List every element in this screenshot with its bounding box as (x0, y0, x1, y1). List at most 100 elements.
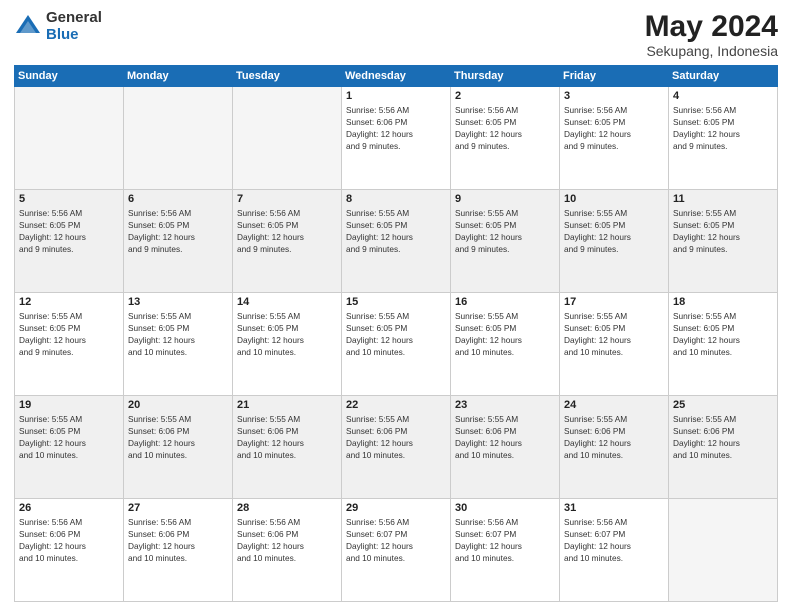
day-number: 19 (19, 399, 119, 411)
day-number: 17 (564, 296, 664, 308)
day-number: 31 (564, 502, 664, 514)
day-info: Sunrise: 5:55 AM Sunset: 6:05 PM Dayligh… (237, 310, 337, 358)
day-info: Sunrise: 5:55 AM Sunset: 6:05 PM Dayligh… (19, 413, 119, 461)
calendar-header-row: SundayMondayTuesdayWednesdayThursdayFrid… (15, 66, 778, 87)
calendar-day-cell: 20 Sunrise: 5:55 AM Sunset: 6:06 PM Dayli… (124, 396, 233, 499)
day-number: 20 (128, 399, 228, 411)
calendar-day-cell: 13 Sunrise: 5:55 AM Sunset: 6:05 PM Dayli… (124, 293, 233, 396)
page: General Blue May 2024 Sekupang, Indonesi… (0, 0, 792, 612)
day-info: Sunrise: 5:56 AM Sunset: 6:06 PM Dayligh… (346, 104, 446, 152)
calendar-day-cell: 27Sunrise: 5:56 AM Sunset: 6:06 PM Dayli… (124, 499, 233, 602)
calendar-day-cell: 18 Sunrise: 5:55 AM Sunset: 6:05 PM Dayli… (669, 293, 778, 396)
calendar-day-cell: 15 Sunrise: 5:55 AM Sunset: 6:05 PM Dayli… (342, 293, 451, 396)
calendar-day-cell: 9 Sunrise: 5:55 AM Sunset: 6:05 PM Daylig… (451, 190, 560, 293)
calendar-day-cell: 3 Sunrise: 5:56 AM Sunset: 6:05 PM Daylig… (560, 87, 669, 190)
calendar-day-cell: 5 Sunrise: 5:56 AM Sunset: 6:05 PM Daylig… (15, 190, 124, 293)
month-title: May 2024 (645, 10, 778, 43)
calendar-day-cell: 6Sunrise: 5:56 AM Sunset: 6:05 PM Daylig… (124, 190, 233, 293)
day-info: Sunrise: 5:55 AM Sunset: 6:06 PM Dayligh… (673, 413, 773, 461)
day-number: 14 (237, 296, 337, 308)
calendar-table: SundayMondayTuesdayWednesdayThursdayFrid… (14, 65, 778, 602)
day-number: 9 (455, 193, 555, 205)
weekday-header: Thursday (451, 66, 560, 87)
weekday-header: Tuesday (233, 66, 342, 87)
day-number: 11 (673, 193, 773, 205)
logo-blue-text: Blue (46, 27, 102, 44)
calendar-day-cell (15, 87, 124, 190)
logo: General Blue (14, 10, 102, 43)
calendar-week-row: 5 Sunrise: 5:56 AM Sunset: 6:05 PM Daylig… (15, 190, 778, 293)
day-info: Sunrise: 5:55 AM Sunset: 6:05 PM Dayligh… (673, 310, 773, 358)
day-number: 5 (19, 193, 119, 205)
calendar-day-cell: 23 Sunrise: 5:55 AM Sunset: 6:06 PM Dayli… (451, 396, 560, 499)
day-info: Sunrise: 5:55 AM Sunset: 6:05 PM Dayligh… (673, 207, 773, 255)
day-number: 1 (346, 90, 446, 102)
day-number: 27 (128, 502, 228, 514)
calendar-day-cell: 10 Sunrise: 5:55 AM Sunset: 6:05 PM Dayli… (560, 190, 669, 293)
day-info: Sunrise: 5:56 AM Sunset: 6:07 PM Dayligh… (346, 516, 446, 564)
calendar-day-cell: 24Sunrise: 5:55 AM Sunset: 6:06 PM Dayli… (560, 396, 669, 499)
day-number: 4 (673, 90, 773, 102)
day-info: Sunrise: 5:55 AM Sunset: 6:05 PM Dayligh… (564, 207, 664, 255)
calendar-day-cell: 16Sunrise: 5:55 AM Sunset: 6:05 PM Dayli… (451, 293, 560, 396)
weekday-header: Monday (124, 66, 233, 87)
calendar-day-cell (669, 499, 778, 602)
subtitle: Sekupang, Indonesia (645, 43, 778, 59)
day-number: 2 (455, 90, 555, 102)
calendar-day-cell: 19 Sunrise: 5:55 AM Sunset: 6:05 PM Dayli… (15, 396, 124, 499)
calendar-day-cell: 12 Sunrise: 5:55 AM Sunset: 6:05 PM Dayli… (15, 293, 124, 396)
day-info: Sunrise: 5:55 AM Sunset: 6:06 PM Dayligh… (455, 413, 555, 461)
day-number: 29 (346, 502, 446, 514)
calendar-day-cell: 14 Sunrise: 5:55 AM Sunset: 6:05 PM Dayli… (233, 293, 342, 396)
day-number: 30 (455, 502, 555, 514)
day-info: Sunrise: 5:55 AM Sunset: 6:06 PM Dayligh… (237, 413, 337, 461)
calendar-day-cell: 31 Sunrise: 5:56 AM Sunset: 6:07 PM Dayli… (560, 499, 669, 602)
logo-general: General (46, 10, 102, 27)
calendar-day-cell: 30Sunrise: 5:56 AM Sunset: 6:07 PM Dayli… (451, 499, 560, 602)
logo-icon (14, 13, 42, 41)
calendar-day-cell: 29 Sunrise: 5:56 AM Sunset: 6:07 PM Dayli… (342, 499, 451, 602)
day-info: Sunrise: 5:55 AM Sunset: 6:06 PM Dayligh… (128, 413, 228, 461)
calendar-week-row: 19 Sunrise: 5:55 AM Sunset: 6:05 PM Dayli… (15, 396, 778, 499)
calendar-day-cell: 2 Sunrise: 5:56 AM Sunset: 6:05 PM Daylig… (451, 87, 560, 190)
day-info: Sunrise: 5:56 AM Sunset: 6:05 PM Dayligh… (19, 207, 119, 255)
day-info: Sunrise: 5:56 AM Sunset: 6:06 PM Dayligh… (19, 516, 119, 564)
day-info: Sunrise: 5:55 AM Sunset: 6:05 PM Dayligh… (19, 310, 119, 358)
calendar-day-cell: 22Sunrise: 5:55 AM Sunset: 6:06 PM Dayli… (342, 396, 451, 499)
day-number: 18 (673, 296, 773, 308)
day-number: 3 (564, 90, 664, 102)
weekday-header: Sunday (15, 66, 124, 87)
calendar-day-cell: 4 Sunrise: 5:56 AM Sunset: 6:05 PM Daylig… (669, 87, 778, 190)
calendar-day-cell: 26Sunrise: 5:56 AM Sunset: 6:06 PM Dayli… (15, 499, 124, 602)
day-info: Sunrise: 5:56 AM Sunset: 6:06 PM Dayligh… (237, 516, 337, 564)
day-info: Sunrise: 5:56 AM Sunset: 6:07 PM Dayligh… (564, 516, 664, 564)
calendar-day-cell: 25Sunrise: 5:55 AM Sunset: 6:06 PM Dayli… (669, 396, 778, 499)
calendar-week-row: 12 Sunrise: 5:55 AM Sunset: 6:05 PM Dayli… (15, 293, 778, 396)
day-number: 22 (346, 399, 446, 411)
day-info: Sunrise: 5:55 AM Sunset: 6:05 PM Dayligh… (455, 207, 555, 255)
calendar-week-row: 1 Sunrise: 5:56 AM Sunset: 6:06 PM Daylig… (15, 87, 778, 190)
day-info: Sunrise: 5:56 AM Sunset: 6:05 PM Dayligh… (564, 104, 664, 152)
title-area: May 2024 Sekupang, Indonesia (645, 10, 778, 59)
calendar-day-cell: 7Sunrise: 5:56 AM Sunset: 6:05 PM Daylig… (233, 190, 342, 293)
day-info: Sunrise: 5:55 AM Sunset: 6:05 PM Dayligh… (128, 310, 228, 358)
day-number: 16 (455, 296, 555, 308)
calendar-day-cell: 1 Sunrise: 5:56 AM Sunset: 6:06 PM Daylig… (342, 87, 451, 190)
day-number: 10 (564, 193, 664, 205)
day-number: 15 (346, 296, 446, 308)
day-info: Sunrise: 5:55 AM Sunset: 6:05 PM Dayligh… (346, 207, 446, 255)
day-info: Sunrise: 5:55 AM Sunset: 6:05 PM Dayligh… (346, 310, 446, 358)
day-number: 23 (455, 399, 555, 411)
day-info: Sunrise: 5:56 AM Sunset: 6:05 PM Dayligh… (455, 104, 555, 152)
calendar-day-cell (233, 87, 342, 190)
day-number: 13 (128, 296, 228, 308)
day-info: Sunrise: 5:56 AM Sunset: 6:05 PM Dayligh… (673, 104, 773, 152)
day-info: Sunrise: 5:55 AM Sunset: 6:05 PM Dayligh… (564, 310, 664, 358)
day-number: 8 (346, 193, 446, 205)
day-number: 6 (128, 193, 228, 205)
calendar-day-cell: 17 Sunrise: 5:55 AM Sunset: 6:05 PM Dayli… (560, 293, 669, 396)
calendar-day-cell: 8 Sunrise: 5:55 AM Sunset: 6:05 PM Daylig… (342, 190, 451, 293)
day-number: 12 (19, 296, 119, 308)
weekday-header: Wednesday (342, 66, 451, 87)
calendar-week-row: 26Sunrise: 5:56 AM Sunset: 6:06 PM Dayli… (15, 499, 778, 602)
